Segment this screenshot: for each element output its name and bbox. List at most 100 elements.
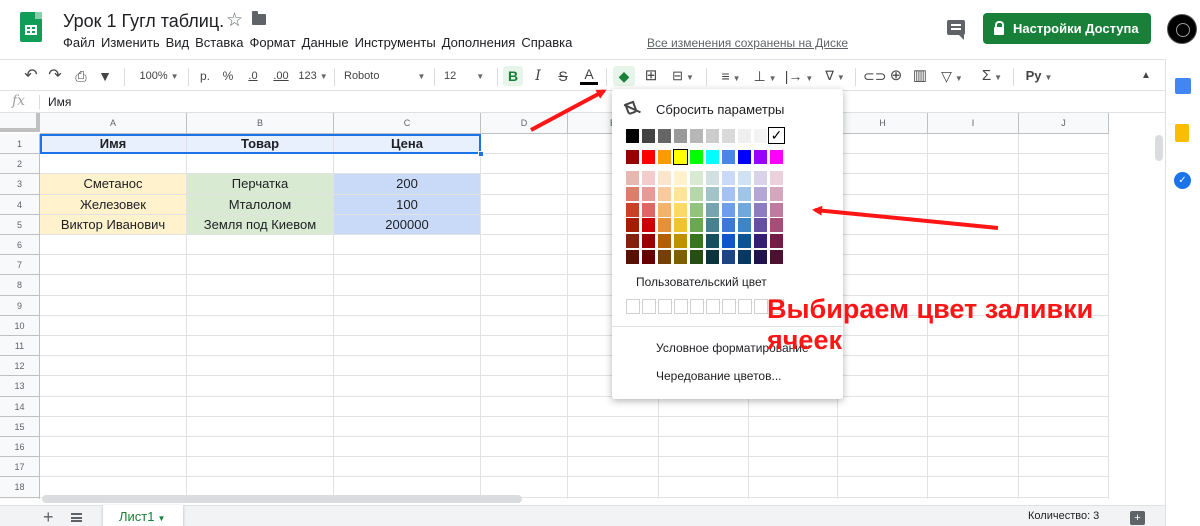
cell-j12[interactable] — [1019, 356, 1109, 377]
swatch-shade-0-2[interactable] — [658, 171, 671, 185]
swatch-shade-0-6[interactable] — [722, 171, 735, 185]
percent-format-button[interactable]: % — [221, 66, 235, 86]
cell-j6[interactable] — [1019, 235, 1109, 256]
swatch-white-selected[interactable]: ✓ — [768, 127, 785, 144]
cell-h12[interactable] — [838, 356, 928, 377]
cell-i5[interactable] — [928, 214, 1019, 235]
cell-c3[interactable]: 200 — [334, 174, 481, 195]
cell-h8[interactable] — [838, 275, 928, 296]
custom-color-slot[interactable] — [738, 299, 752, 314]
cell-d11[interactable] — [481, 336, 568, 357]
cell-i15[interactable] — [928, 416, 1019, 437]
swatch-shade-0-9[interactable] — [770, 171, 783, 185]
swatch-shade-5-1[interactable] — [642, 250, 655, 264]
swatch-shade-2-6[interactable] — [722, 202, 735, 217]
calendar-icon[interactable] — [1175, 78, 1191, 94]
row-header-7[interactable]: 7 — [0, 255, 40, 276]
cell-a9[interactable] — [40, 295, 187, 316]
row-header-8[interactable]: 8 — [0, 275, 40, 296]
cell-j3[interactable] — [1019, 174, 1109, 195]
swatch-bright-6[interactable] — [722, 150, 735, 164]
cell-h15[interactable] — [838, 416, 928, 437]
cell-h13[interactable] — [838, 376, 928, 397]
cell-f15[interactable] — [659, 416, 749, 437]
cell-i17[interactable] — [928, 457, 1019, 478]
swatch-shade-3-0[interactable] — [626, 218, 639, 233]
custom-color-slot[interactable] — [658, 299, 672, 314]
cell-h5[interactable] — [838, 214, 928, 235]
column-header-a[interactable]: A — [40, 113, 187, 134]
custom-color-slot[interactable] — [754, 299, 768, 314]
cell-g17[interactable] — [749, 457, 838, 478]
row-header-3[interactable]: 3 — [0, 174, 40, 195]
swatch-shade-3-1[interactable] — [642, 218, 655, 233]
row-header-2[interactable]: 2 — [0, 154, 40, 175]
cell-j1[interactable] — [1019, 134, 1109, 155]
swatch-shade-5-4[interactable] — [690, 250, 703, 264]
cell-c5[interactable]: 200000 — [334, 214, 481, 235]
cell-a8[interactable] — [40, 275, 187, 296]
swatch-gray-5[interactable] — [706, 129, 719, 143]
swatch-gray-8[interactable] — [754, 129, 767, 143]
cell-b15[interactable] — [187, 416, 334, 437]
cell-j4[interactable] — [1019, 194, 1109, 215]
font-select[interactable]: Roboto ▼ — [344, 66, 429, 86]
row-header-15[interactable]: 15 — [0, 416, 40, 437]
swatch-bright-8[interactable] — [754, 150, 767, 164]
cell-b6[interactable] — [187, 235, 334, 256]
text-rotation-icon[interactable]: ∇ ▼ — [820, 66, 850, 86]
cell-b16[interactable] — [187, 437, 334, 458]
swatch-shade-1-4[interactable] — [690, 186, 703, 201]
cell-i13[interactable] — [928, 376, 1019, 397]
swatch-gray-4[interactable] — [690, 129, 703, 143]
input-tools-button[interactable]: Ру ▼ — [1022, 66, 1056, 86]
cell-c13[interactable] — [334, 376, 481, 397]
swatch-shade-4-0[interactable] — [626, 234, 639, 249]
swatch-shade-2-2[interactable] — [658, 202, 671, 217]
cell-d12[interactable] — [481, 356, 568, 377]
swatch-bright-9[interactable] — [770, 150, 783, 164]
cell-e15[interactable] — [568, 416, 659, 437]
row-header-9[interactable]: 9 — [0, 295, 40, 316]
row-header-11[interactable]: 11 — [0, 336, 40, 357]
swatch-bright-1[interactable] — [642, 150, 655, 164]
cell-g16[interactable] — [749, 437, 838, 458]
cell-f14[interactable] — [659, 396, 749, 417]
swatch-shade-2-1[interactable] — [642, 202, 655, 217]
cell-j2[interactable] — [1019, 154, 1109, 175]
cell-b11[interactable] — [187, 336, 334, 357]
row-header-12[interactable]: 12 — [0, 356, 40, 377]
row-header-10[interactable]: 10 — [0, 315, 40, 336]
insert-comment-icon[interactable]: ⊕ — [887, 66, 905, 86]
custom-color-slot[interactable] — [626, 299, 640, 314]
decrease-decimals-button[interactable]: .0 — [244, 66, 262, 86]
column-header-j[interactable]: J — [1019, 113, 1109, 134]
cell-j13[interactable] — [1019, 376, 1109, 397]
insert-link-icon[interactable]: ⊂⊃ — [863, 66, 886, 86]
undo-icon[interactable]: ↶ — [22, 66, 40, 86]
tasks-icon[interactable]: ✓ — [1174, 172, 1191, 189]
column-header-i[interactable]: I — [928, 113, 1019, 134]
swatch-shade-4-5[interactable] — [706, 234, 719, 249]
cell-e14[interactable] — [568, 396, 659, 417]
cell-i19[interactable] — [928, 497, 1019, 499]
cell-d7[interactable] — [481, 255, 568, 276]
menu-data[interactable]: Данные — [302, 35, 349, 50]
row-header-19[interactable]: 19 — [0, 497, 40, 499]
print-icon[interactable]: ⎙ — [72, 66, 90, 86]
column-header-b[interactable]: B — [187, 113, 334, 134]
cell-a12[interactable] — [40, 356, 187, 377]
cell-c15[interactable] — [334, 416, 481, 437]
column-header-d[interactable]: D — [481, 113, 568, 134]
cell-j8[interactable] — [1019, 275, 1109, 296]
cell-a11[interactable] — [40, 336, 187, 357]
menu-view[interactable]: Вид — [166, 35, 190, 50]
swatch-shade-5-9[interactable] — [770, 250, 783, 264]
cell-i14[interactable] — [928, 396, 1019, 417]
cell-a15[interactable] — [40, 416, 187, 437]
cell-h17[interactable] — [838, 457, 928, 478]
cell-h1[interactable] — [838, 134, 928, 155]
increase-decimals-button[interactable]: .00 — [270, 66, 292, 86]
cell-d6[interactable] — [481, 235, 568, 256]
cell-h16[interactable] — [838, 437, 928, 458]
